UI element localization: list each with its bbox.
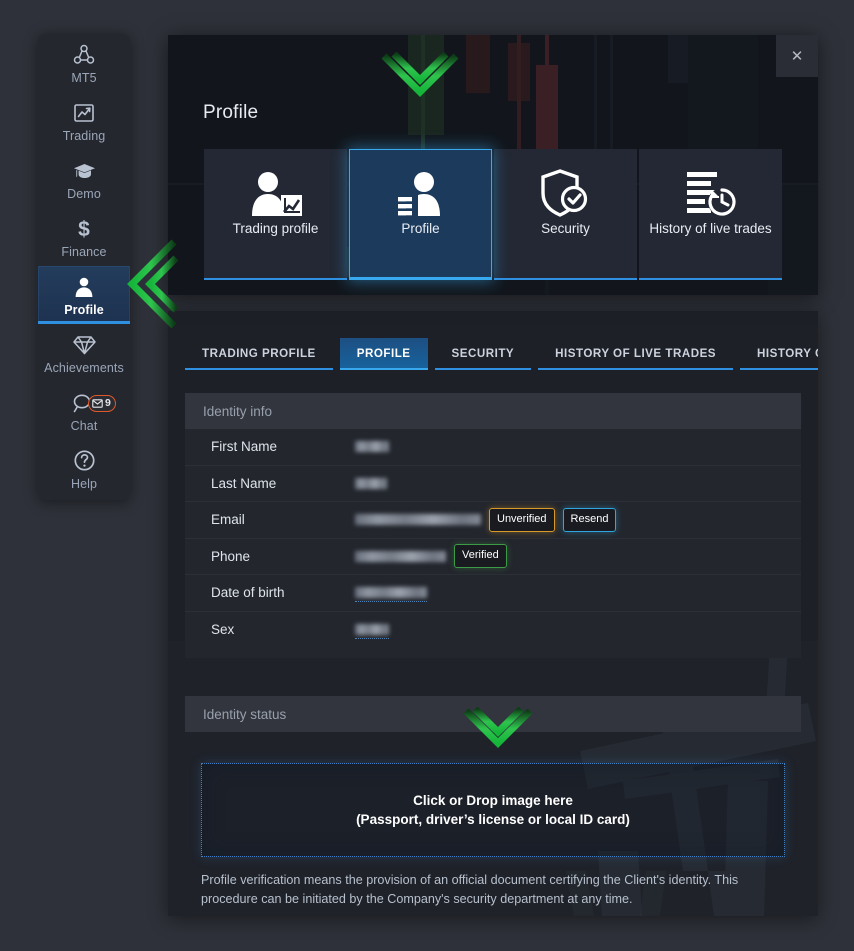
profile-content-panel: TRADING PROFILE PROFILE SECURITY HISTORY…: [168, 311, 818, 916]
sidebar-item-trading[interactable]: Trading: [38, 92, 130, 150]
sidebar-item-profile[interactable]: Profile: [38, 266, 130, 324]
sidebar-item-label: Help: [70, 476, 98, 491]
sidebar-item-label: Finance: [61, 244, 107, 259]
verification-note: Profile verification means the provision…: [201, 873, 739, 906]
identity-info-form: First Name Last Name Email Unverified Re…: [185, 429, 801, 658]
card-history-of-live-trades[interactable]: History of live trades: [639, 149, 782, 280]
card-label: Profile: [401, 221, 440, 236]
sidebar-item-label: Chat: [70, 418, 98, 433]
section-header-identity-info: Identity info: [185, 393, 801, 429]
dollar-icon: $: [72, 216, 96, 242]
modal-title: Profile: [203, 102, 259, 123]
card-trading-profile[interactable]: Trading profile: [204, 149, 347, 280]
left-sidebar: MT5 Trading Demo $ Finance Profile Achie…: [38, 34, 130, 500]
chat-unread-count: 9: [105, 397, 111, 410]
field-value[interactable]: [355, 477, 387, 489]
field-label: First Name: [211, 439, 278, 455]
svg-text:$: $: [78, 218, 90, 241]
sidebar-item-help[interactable]: Help: [38, 440, 130, 498]
field-value[interactable]: [355, 587, 427, 603]
redacted-value: [355, 587, 427, 599]
user-lines-icon: [393, 149, 449, 221]
sidebar-item-mt5[interactable]: MT5: [38, 34, 130, 92]
shield-check-icon: [540, 149, 592, 221]
redacted-value: [355, 477, 387, 489]
sidebar-item-label: Achievements: [44, 360, 124, 375]
chart-line-icon: [72, 100, 96, 126]
list-clock-icon: [685, 149, 737, 221]
envelope-icon: [92, 399, 103, 408]
card-profile[interactable]: Profile: [349, 149, 492, 280]
card-security[interactable]: Security: [494, 149, 637, 280]
field-label: Last Name: [211, 475, 277, 491]
editable-underline: [355, 638, 389, 640]
card-label: Security: [541, 221, 590, 236]
sidebar-item-chat[interactable]: Chat 9: [38, 382, 130, 440]
sidebar-item-achievements[interactable]: Achievements: [38, 324, 130, 382]
profile-tab-bar: TRADING PROFILE PROFILE SECURITY HISTORY…: [185, 338, 818, 370]
question-circle-icon: [73, 448, 96, 474]
profile-modal: Profile ✕ Trading profile Profile Securi…: [168, 35, 818, 295]
diamond-icon: [72, 332, 97, 358]
resend-button[interactable]: Resend: [562, 507, 617, 532]
sidebar-item-label: Demo: [67, 186, 101, 201]
card-label: Trading profile: [232, 221, 319, 236]
molecule-icon: [72, 42, 96, 68]
field-label: Sex: [211, 622, 235, 638]
field-value[interactable]: [355, 624, 389, 640]
profile-card-group: Trading profile Profile Security History…: [204, 149, 782, 280]
field-label: Date of birth: [211, 585, 285, 601]
user-icon: [72, 274, 96, 300]
field-label: Phone: [211, 548, 251, 564]
field-value[interactable]: [355, 441, 389, 453]
section-header-identity-status: Identity status: [185, 696, 801, 732]
field-label: Email: [211, 512, 245, 528]
form-row-first-name: First Name: [185, 429, 801, 466]
field-value[interactable]: Unverified Resend: [355, 507, 617, 532]
editable-underline: [355, 601, 427, 603]
form-row-last-name: Last Name: [185, 466, 801, 502]
tab-history-of-live-trades[interactable]: HISTORY OF LIVE TRADES: [538, 338, 733, 370]
status-badge-unverified[interactable]: Unverified: [489, 507, 555, 532]
form-row-phone: Phone Verified: [185, 539, 801, 575]
form-row-sex: Sex: [185, 612, 801, 649]
sidebar-item-demo[interactable]: Demo: [38, 150, 130, 208]
field-value[interactable]: Verified: [355, 544, 507, 569]
redacted-value: [355, 624, 389, 636]
close-icon[interactable]: ✕: [776, 35, 818, 77]
status-badge-verified[interactable]: Verified: [454, 544, 507, 569]
tab-history-of-demo-trades[interactable]: HISTORY OF DEMO TRADES: [740, 338, 818, 370]
dropzone-secondary-text: (Passport, driver’s license or local ID …: [356, 812, 630, 827]
redacted-value: [355, 441, 389, 453]
chat-unread-badge[interactable]: 9: [88, 395, 116, 412]
tab-trading-profile[interactable]: TRADING PROFILE: [185, 338, 333, 370]
form-row-email: Email Unverified Resend: [185, 502, 801, 539]
sidebar-item-finance[interactable]: $ Finance: [38, 208, 130, 266]
app-root: Profile ✕ Trading profile Profile Securi…: [0, 0, 854, 951]
sidebar-item-label: MT5: [71, 70, 97, 85]
redacted-value: [355, 514, 481, 526]
sidebar-item-label: Profile: [64, 302, 104, 317]
tab-security[interactable]: SECURITY: [434, 338, 532, 370]
redacted-value: [355, 550, 446, 562]
user-chart-icon: [248, 149, 304, 221]
tab-profile[interactable]: PROFILE: [339, 338, 428, 370]
sidebar-item-label: Trading: [62, 128, 106, 143]
form-row-date-of-birth: Date of birth: [185, 575, 801, 612]
dropzone-primary-text: Click or Drop image here: [413, 793, 573, 808]
card-label: History of live trades: [649, 221, 772, 236]
graduation-cap-icon: [72, 158, 97, 184]
document-upload-dropzone[interactable]: Click or Drop image here (Passport, driv…: [201, 763, 785, 857]
